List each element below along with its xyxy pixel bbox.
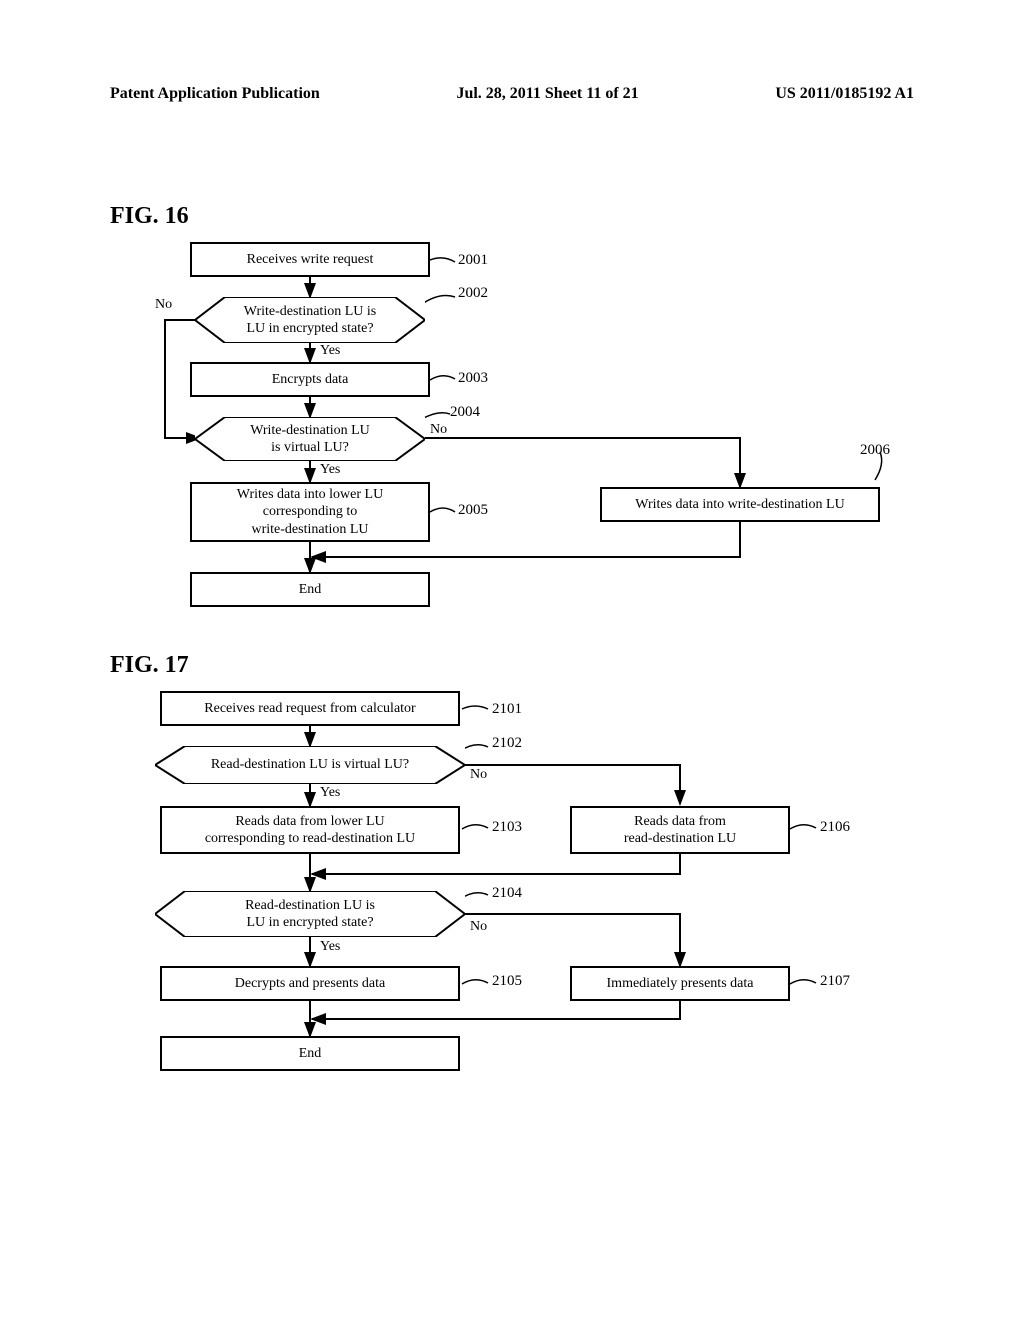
node-2002: Write-destination LU is LU in encrypted …: [195, 297, 425, 343]
ref-2006: 2006: [860, 442, 890, 459]
node-2106: Reads data from read-destination LU: [570, 806, 790, 854]
node-2105: Decrypts and presents data: [160, 966, 460, 1001]
ref-2102: 2102: [492, 735, 522, 752]
node-2103: Reads data from lower LU corresponding t…: [160, 806, 460, 854]
ref-2004: 2004: [450, 404, 480, 421]
node-2001: Receives write request: [190, 242, 430, 277]
fig16-label: FIG. 16: [110, 203, 914, 230]
ref-2107: 2107: [820, 973, 850, 990]
ref-2104: 2104: [492, 885, 522, 902]
node-2006: Writes data into write-destination LU: [600, 487, 880, 522]
label-yes-2004: Yes: [320, 462, 340, 478]
header-middle: Jul. 28, 2011 Sheet 11 of 21: [456, 85, 638, 103]
label-yes-2002: Yes: [320, 343, 340, 359]
label-no-2004: No: [430, 422, 447, 438]
ref-2005: 2005: [458, 502, 488, 519]
node-end-16: End: [190, 572, 430, 607]
ref-2003: 2003: [458, 370, 488, 387]
node-2005: Writes data into lower LU corresponding …: [190, 482, 430, 542]
header-left: Patent Application Publication: [110, 85, 320, 103]
ref-2103: 2103: [492, 819, 522, 836]
ref-2105: 2105: [492, 973, 522, 990]
ref-2002: 2002: [458, 285, 488, 302]
fig17-flowchart: Receives read request from calculator 21…: [140, 691, 900, 1081]
node-2004: Write-destination LU is virtual LU?: [195, 417, 425, 461]
label-yes-2104: Yes: [320, 939, 340, 955]
ref-2001: 2001: [458, 252, 488, 269]
node-2104: Read-destination LU is LU in encrypted s…: [155, 891, 465, 937]
node-2102: Read-destination LU is virtual LU?: [155, 746, 465, 784]
label-no-2104: No: [470, 919, 487, 935]
ref-2101: 2101: [492, 701, 522, 718]
label-no-2102: No: [470, 767, 487, 783]
node-2003: Encrypts data: [190, 362, 430, 397]
fig16-flowchart: Receives write request 2001 Write-destin…: [140, 242, 900, 622]
node-2101: Receives read request from calculator: [160, 691, 460, 726]
header-right: US 2011/0185192 A1: [775, 85, 914, 103]
ref-2106: 2106: [820, 819, 850, 836]
label-yes-2102: Yes: [320, 785, 340, 801]
node-end-17: End: [160, 1036, 460, 1071]
node-2107: Immediately presents data: [570, 966, 790, 1001]
fig17-label: FIG. 17: [110, 652, 914, 679]
label-no-2002: No: [155, 297, 172, 313]
page-header: Patent Application Publication Jul. 28, …: [110, 85, 914, 103]
